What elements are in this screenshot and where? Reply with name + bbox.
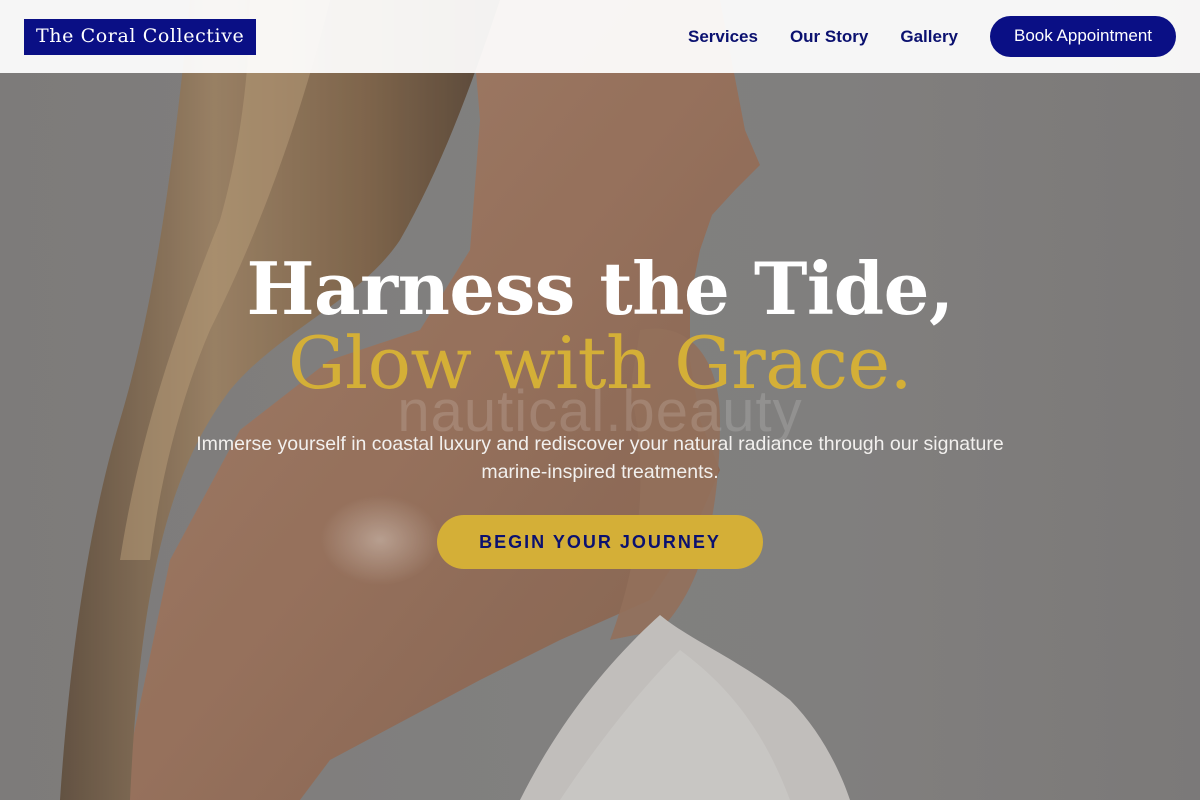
brand-logo[interactable]: The Coral Collective: [24, 18, 257, 55]
nav-services-link[interactable]: Services: [688, 27, 758, 47]
site-header: The Coral Collective Services Our Story …: [0, 0, 1200, 73]
nav-gallery-link[interactable]: Gallery: [900, 27, 958, 47]
hero-headline-line2: Glow with Grace.: [288, 321, 912, 405]
hero-subtitle: Immerse yourself in coastal luxury and r…: [196, 433, 1004, 483]
hero-content: nautical.beauty Harness the Tide, Glow w…: [0, 250, 1200, 569]
nav-our-story-link[interactable]: Our Story: [790, 27, 868, 47]
main-nav: Services Our Story Gallery Book Appointm…: [688, 16, 1176, 57]
book-appointment-button[interactable]: Book Appointment: [990, 16, 1176, 57]
hero-headline-line1: Harness the Tide,: [246, 246, 954, 331]
begin-journey-button[interactable]: BEGIN YOUR JOURNEY: [437, 515, 763, 569]
